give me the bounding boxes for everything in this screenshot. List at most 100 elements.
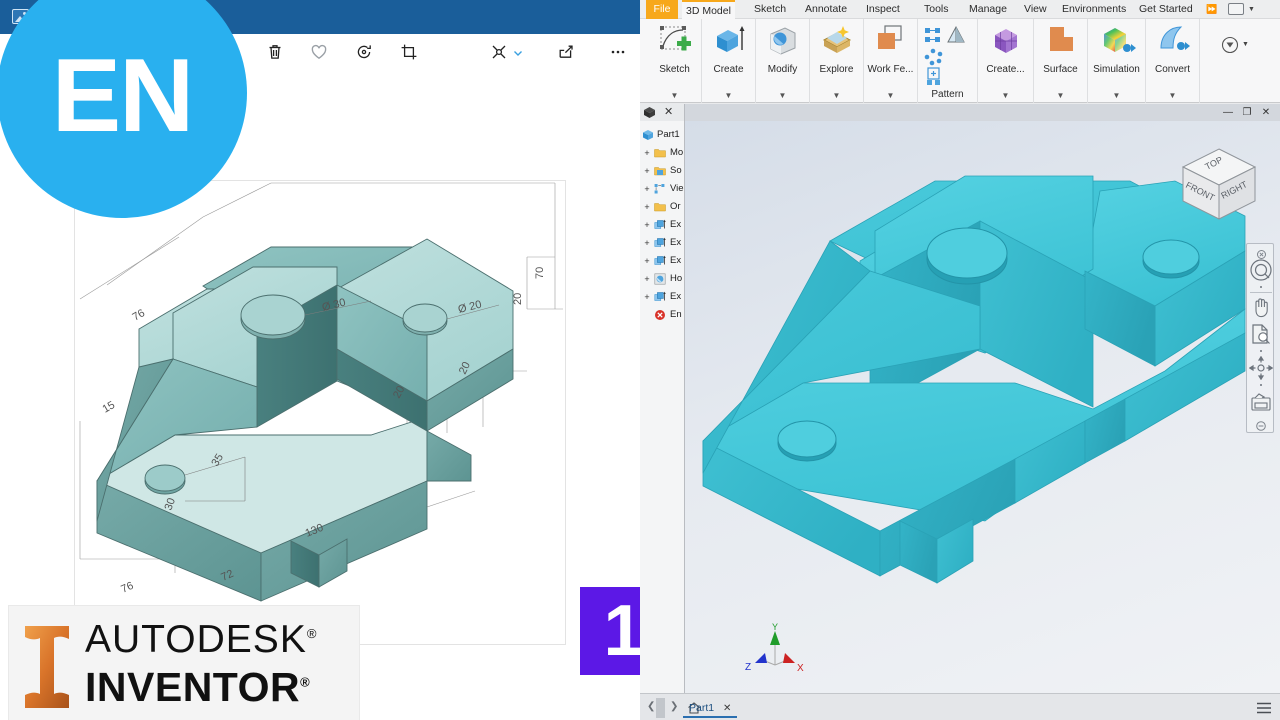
ribbon-panel-label: Explore: [819, 64, 854, 75]
tree-item-origin[interactable]: + Or: [640, 198, 684, 216]
tab-sketch[interactable]: Sketch: [750, 0, 790, 19]
viewcube[interactable]: TOP FRONT RIGHT: [1176, 143, 1262, 229]
expander-plus-icon[interactable]: +: [643, 185, 651, 194]
chevron-down-icon[interactable]: ▼: [756, 91, 809, 100]
expander-plus-icon[interactable]: +: [643, 275, 651, 284]
photos-viewer-window: See: [0, 0, 640, 720]
expander-plus-icon[interactable]: +: [643, 167, 651, 176]
chevron-down-icon[interactable]: ▼: [864, 91, 917, 100]
tree-item-model-folder[interactable]: + Mo: [640, 144, 684, 162]
tab-inspect[interactable]: Inspect: [862, 0, 904, 19]
ribbon-appearance-control[interactable]: ▼: [1202, 19, 1258, 103]
chevron-down-icon[interactable]: ▼: [702, 91, 755, 100]
tab-file[interactable]: File: [646, 0, 678, 19]
edit-image-icon[interactable]: [485, 38, 513, 66]
rotate-icon[interactable]: [350, 38, 378, 66]
solid-folder-icon: [654, 167, 666, 176]
chevron-down-icon[interactable]: ▼: [1242, 41, 1249, 48]
tree-item-label: Or: [670, 201, 681, 212]
ribbon-panel-sketch[interactable]: Sketch ▼: [648, 19, 702, 103]
ribbon-panel-convert[interactable]: Convert ▼: [1146, 19, 1200, 103]
axis-label-z: Z: [745, 662, 751, 673]
tree-item-extrusion-1[interactable]: + Ex: [640, 216, 684, 234]
look-at-camera-icon[interactable]: [1247, 390, 1275, 419]
chevron-left-icon[interactable]: ❮: [647, 701, 655, 712]
tab-view[interactable]: View: [1020, 0, 1051, 19]
more-ellipsis-icon[interactable]: [604, 38, 632, 66]
ribbon-panel-explore[interactable]: Explore ▼: [810, 19, 864, 103]
minimize-button[interactable]: —: [1221, 106, 1235, 119]
ribbon-panel-work-features[interactable]: Work Fe... ▼: [864, 19, 918, 103]
model-viewport[interactable]: TOP FRONT RIGHT Y Z X: [685, 121, 1280, 693]
ribbon-panel-label: Convert: [1154, 64, 1190, 75]
extrude-icon: [702, 24, 755, 63]
tab-3d-model[interactable]: 3D Model: [682, 0, 735, 19]
ribbon-panel-label: Work Fe...: [867, 64, 914, 75]
axis-label-y: Y: [772, 622, 778, 632]
tab-annotate[interactable]: Annotate: [801, 0, 851, 19]
expander-plus-icon[interactable]: +: [643, 293, 651, 302]
tree-item-part1[interactable]: Part1: [640, 126, 684, 144]
ribbon-panel-pattern[interactable]: Pattern: [918, 19, 978, 103]
close-button[interactable]: ✕: [1259, 106, 1273, 119]
tree-item-hole[interactable]: + Ho: [640, 270, 684, 288]
steering-wheel-icon[interactable]: [1247, 257, 1275, 288]
tree-item-extrusion-3[interactable]: + Ex: [640, 252, 684, 270]
tab-manage[interactable]: Manage: [965, 0, 1011, 19]
hamburger-menu-icon[interactable]: [1256, 702, 1272, 714]
view-icon: [654, 184, 665, 194]
logo-line-autodesk: AUTODESK®: [85, 618, 318, 661]
tab-get-started[interactable]: Get Started: [1135, 0, 1197, 19]
tree-item-label: Ex: [670, 237, 682, 248]
end-of-part-icon: [655, 310, 665, 320]
model-cube-icon[interactable]: [643, 106, 656, 119]
expander-plus-icon[interactable]: +: [643, 221, 651, 230]
tabbar-scroll-thumb[interactable]: [656, 698, 665, 718]
tree-item-extrusion-4[interactable]: + Ex: [640, 288, 684, 306]
tab-environments[interactable]: Environments: [1058, 0, 1130, 19]
chevron-down-icon[interactable]: ▼: [978, 91, 1033, 100]
navbar-dot: [1260, 384, 1262, 386]
chevron-down-icon[interactable]: ▼: [648, 91, 701, 100]
delete-icon[interactable]: [261, 38, 289, 66]
chevron-down-icon[interactable]: ▼: [1088, 91, 1145, 100]
chevron-down-icon[interactable]: ▼: [1248, 6, 1255, 13]
orbit-icon[interactable]: [1247, 355, 1275, 385]
logo-line-inventor: INVENTOR®: [85, 664, 311, 710]
close-icon[interactable]: ✕: [664, 105, 673, 118]
ribbon-panel-create-freeform[interactable]: Create... ▼: [978, 19, 1034, 103]
tab-tools[interactable]: Tools: [920, 0, 953, 19]
chevron-down-icon[interactable]: ▼: [1034, 91, 1087, 100]
help-dropdown-icon[interactable]: [1228, 3, 1244, 15]
ribbon-panel-create[interactable]: Create ▼: [702, 19, 756, 103]
expander-plus-icon[interactable]: +: [643, 239, 651, 248]
expander-plus-icon[interactable]: +: [643, 203, 651, 212]
tree-item-view[interactable]: + Vie: [640, 180, 684, 198]
navbar-options-icon[interactable]: [1247, 418, 1275, 436]
pan-hand-icon[interactable]: [1247, 295, 1275, 324]
double-chevron-right-icon[interactable]: ⏩: [1206, 4, 1217, 15]
tree-item-solid-bodies[interactable]: + So: [640, 162, 684, 180]
restore-button[interactable]: ❐: [1240, 106, 1254, 119]
favorite-heart-icon[interactable]: [305, 38, 333, 66]
chevron-down-icon[interactable]: ▼: [1146, 91, 1199, 100]
zoom-window-icon[interactable]: [1247, 322, 1275, 351]
expander-plus-icon[interactable]: +: [643, 149, 651, 158]
ribbon-panel-simulation[interactable]: Simulation ▼: [1088, 19, 1146, 103]
document-tab-bar: ❮ ❯ Part1 ✕: [640, 693, 1280, 720]
close-icon[interactable]: ✕: [723, 703, 731, 714]
chevron-down-icon[interactable]: [512, 46, 524, 58]
chevron-right-icon[interactable]: ❯: [670, 701, 678, 712]
chevron-down-icon[interactable]: ▼: [810, 91, 863, 100]
share-icon[interactable]: [552, 38, 580, 66]
tree-item-label: So: [670, 165, 682, 176]
crop-icon[interactable]: [395, 38, 423, 66]
tree-item-end-of-part[interactable]: En: [640, 306, 684, 324]
document-tab-part1[interactable]: Part1 ✕: [683, 698, 738, 718]
ribbon-panel-surface[interactable]: Surface ▼: [1034, 19, 1088, 103]
dim-76-top: 76: [131, 307, 148, 324]
navigation-bar[interactable]: [1246, 243, 1274, 433]
ribbon-panel-modify[interactable]: Modify ▼: [756, 19, 810, 103]
expander-plus-icon[interactable]: +: [643, 257, 651, 266]
tree-item-extrusion-2[interactable]: + Ex: [640, 234, 684, 252]
